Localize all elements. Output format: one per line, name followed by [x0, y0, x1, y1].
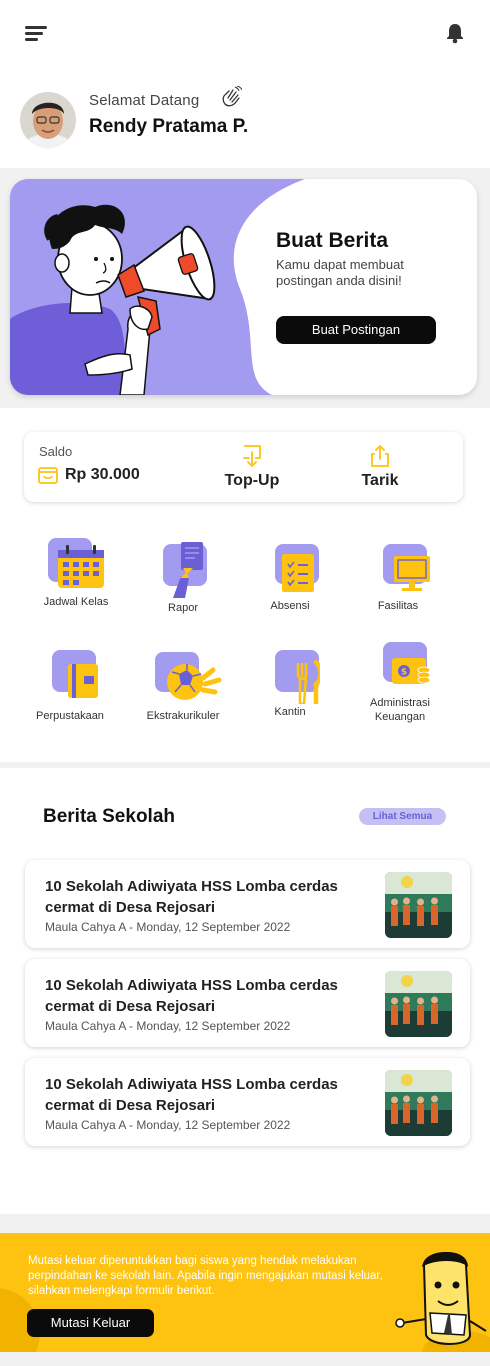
menu-panel: Saldo Rp 30.000 Top-Up Tarik Jadwal Kela… — [0, 408, 490, 762]
menu-rapor[interactable]: Rapor — [137, 542, 229, 615]
menu-fasilitas[interactable]: Fasilitas — [352, 542, 444, 613]
ball-icon — [155, 652, 222, 700]
menu-label: Kantin — [274, 706, 306, 718]
menu-administrasi-keuangan[interactable]: $ Administrasi Keuangan — [354, 640, 446, 724]
news-thumbnail — [385, 872, 452, 938]
menu-kantin[interactable]: Kantin — [244, 648, 336, 719]
withdraw-button[interactable]: Tarik — [345, 442, 415, 494]
news-meta: Maula Cahya A - Monday, 12 September 202… — [45, 1019, 291, 1033]
hamburger-menu-icon[interactable] — [25, 26, 47, 42]
news-thumbnail — [385, 971, 452, 1037]
notification-bell-icon[interactable] — [444, 22, 466, 44]
waving-hand-icon — [222, 86, 242, 107]
menu-perpustakaan[interactable]: Perpustakaan — [24, 648, 116, 723]
news-card[interactable]: 10 Sekolah Adiwiyata HSS Lomba cerdas ce… — [25, 860, 470, 948]
calendar-icon — [48, 538, 104, 588]
news-thumbnail — [385, 1070, 452, 1136]
mascot-illustration — [395, 1251, 490, 1352]
news-headline: 10 Sekolah Adiwiyata HSS Lomba cerdas ce… — [45, 977, 338, 1015]
see-all-button[interactable]: Lihat Semua — [359, 808, 446, 825]
news-meta: Maula Cahya A - Monday, 12 September 202… — [45, 1118, 291, 1132]
user-name: Rendy Pratama P. — [89, 116, 249, 137]
banner-title: Buat Berita — [276, 229, 389, 252]
transfer-out-banner: Mutasi keluar diperuntukkan bagi siswa y… — [0, 1233, 490, 1352]
checklist-icon — [275, 544, 319, 592]
share-upload-icon — [371, 444, 389, 467]
school-news-section: Berita Sekolah Lihat Semua 10 Sekolah Ad… — [0, 768, 490, 1214]
wallet-card: Saldo Rp 30.000 Top-Up Tarik — [24, 432, 463, 502]
banner-section: Buat Berita Kamu dapat membuat postingan… — [0, 168, 490, 408]
banner-description: Kamu dapat membuat postingan anda disini… — [276, 257, 404, 288]
money-icon: $ — [383, 642, 431, 684]
create-news-banner: Buat Berita Kamu dapat membuat postingan… — [10, 179, 477, 395]
menu-label: Perpustakaan — [36, 710, 104, 722]
topup-icon — [243, 445, 261, 468]
monitor-icon — [383, 544, 430, 591]
balance-label: Saldo — [39, 444, 73, 459]
menu-label: Jadwal Kelas — [43, 596, 109, 608]
news-headline: 10 Sekolah Adiwiyata HSS Lomba cerdas ce… — [45, 878, 338, 916]
topup-label: Top-Up — [224, 472, 280, 489]
avatar[interactable] — [20, 92, 76, 148]
news-card[interactable]: 10 Sekolah Adiwiyata HSS Lomba cerdas ce… — [25, 1058, 470, 1146]
menu-label: Fasilitas — [377, 600, 419, 612]
menu-jadwal-kelas[interactable]: Jadwal Kelas — [30, 536, 122, 609]
menu-label: Administrasi Keuangan — [370, 697, 430, 723]
news-headline: 10 Sekolah Adiwiyata HSS Lomba cerdas ce… — [45, 1076, 338, 1114]
balance-amount: Rp 30.000 — [65, 466, 140, 483]
news-section-title: Berita Sekolah — [43, 806, 175, 827]
top-bar: Selamat Datang Rendy Pratama P. — [0, 0, 490, 168]
menu-absensi[interactable]: Absensi — [244, 542, 336, 613]
transfer-out-button[interactable]: Mutasi Keluar — [27, 1309, 154, 1337]
library-book-icon — [52, 650, 98, 698]
create-post-button[interactable]: Buat Postingan — [276, 316, 436, 344]
menu-label: Rapor — [168, 602, 198, 614]
menu-label: Absensi — [270, 600, 310, 612]
transfer-out-description: Mutasi keluar diperuntukkan bagi siswa y… — [28, 1255, 383, 1297]
report-book-icon — [163, 542, 207, 598]
wallet-icon — [38, 467, 58, 484]
menu-label: Ekstrakurikuler — [146, 710, 220, 722]
news-card[interactable]: 10 Sekolah Adiwiyata HSS Lomba cerdas ce… — [25, 959, 470, 1047]
withdraw-label: Tarik — [361, 472, 399, 489]
news-meta: Maula Cahya A - Monday, 12 September 202… — [45, 920, 291, 934]
greeting-text: Selamat Datang — [89, 92, 200, 109]
svg-text:$: $ — [401, 668, 407, 678]
topup-button[interactable]: Top-Up — [217, 442, 287, 494]
fork-knife-icon — [275, 650, 320, 704]
menu-ekstrakurikuler[interactable]: Ekstrakurikuler — [137, 650, 229, 723]
